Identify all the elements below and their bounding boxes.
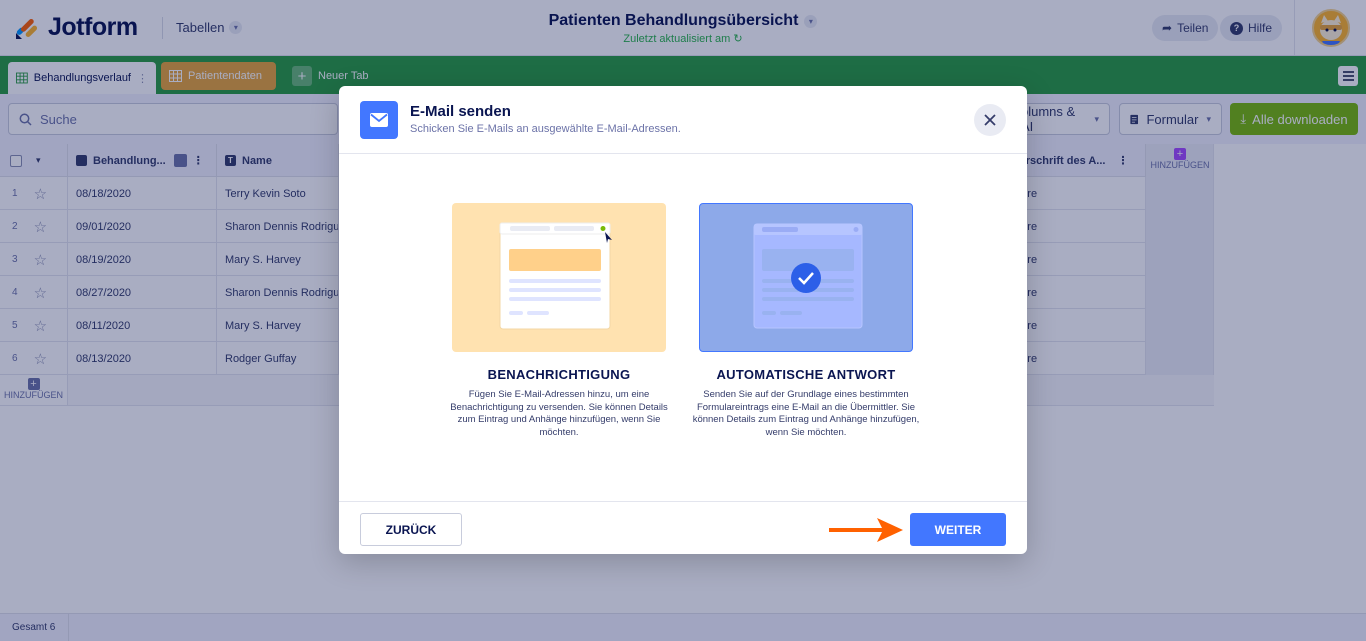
close-icon — [984, 114, 996, 126]
option-notification-description: Fügen Sie E-Mail-Adressen hinzu, um eine… — [450, 389, 668, 438]
option-autoresponder-card[interactable] — [699, 203, 913, 352]
modal-subtitle: Schicken Sie E-Mails an ausgewählte E-Ma… — [410, 123, 681, 135]
autoresponder-illustration — [753, 223, 863, 329]
send-email-modal: E-Mail senden Schicken Sie E-Mails an au… — [339, 86, 1027, 554]
envelope-icon — [360, 101, 398, 139]
option-autoresponder-title: AUTOMATISCHE ANTWORT — [716, 367, 896, 382]
next-button[interactable]: WEITER — [910, 513, 1006, 546]
option-notification-title: BENACHRICHTIGUNG — [487, 367, 631, 382]
modal-footer: ZURÜCK WEITER — [339, 501, 1027, 554]
option-notification-card[interactable] — [452, 203, 666, 352]
back-button[interactable]: ZURÜCK — [360, 513, 462, 546]
modal-header: E-Mail senden Schicken Sie E-Mails an au… — [339, 86, 1027, 154]
close-button[interactable] — [974, 104, 1006, 136]
arrow-right-icon — [829, 518, 903, 542]
option-autoresponder-description: Senden Sie auf der Grundlage eines besti… — [692, 389, 920, 438]
modal-title: E-Mail senden — [410, 103, 511, 120]
notification-illustration — [499, 222, 612, 330]
